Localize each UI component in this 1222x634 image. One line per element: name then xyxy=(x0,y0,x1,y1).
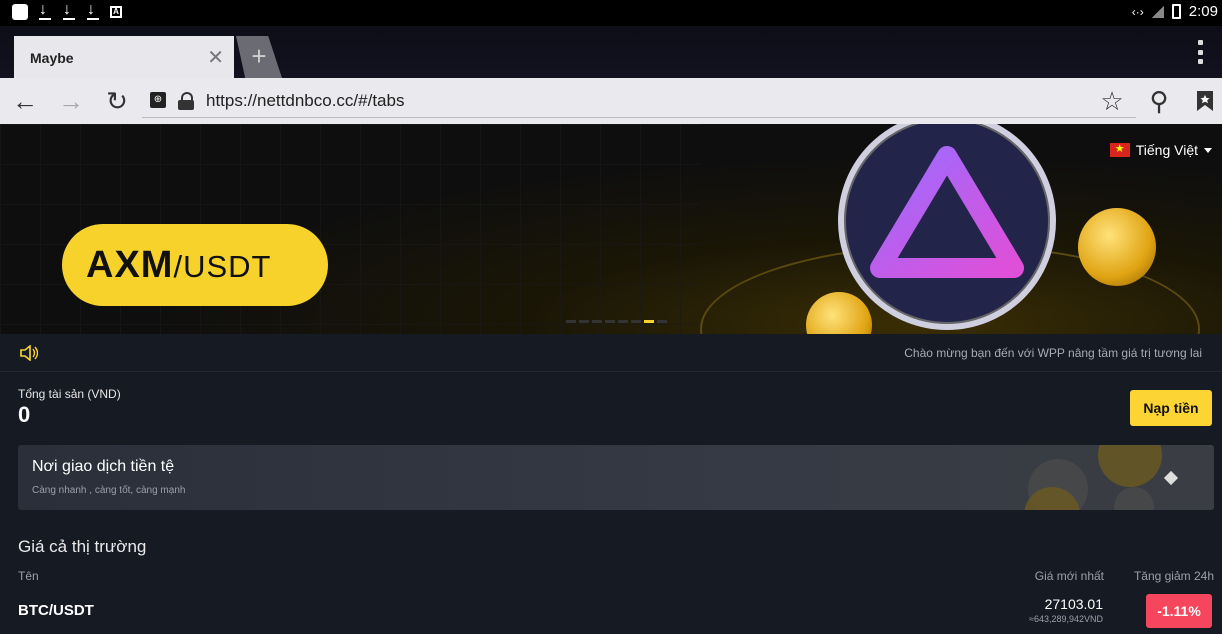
speaker-icon xyxy=(20,345,38,361)
overflow-menu-icon[interactable] xyxy=(1198,40,1204,64)
notice-bar: Chào mừng bạn đến với WPP nâng tầm giá t… xyxy=(0,334,1222,372)
pair-badge: AXM/USDT xyxy=(62,224,328,306)
market-price: 27103.01 xyxy=(1044,596,1103,612)
battery-icon xyxy=(1171,4,1181,19)
reload-icon[interactable]: ↻ xyxy=(102,86,132,116)
carousel-dot[interactable] xyxy=(566,320,576,323)
lock-icon xyxy=(178,92,194,110)
market-section: Giá cả thị trường Tên Giá mới nhất Tăng … xyxy=(0,524,1222,634)
app-icon xyxy=(12,4,28,20)
column-header-price: Giá mới nhất xyxy=(1034,569,1104,583)
browser-toolbar: ← → ↻ ⊕ https://nettdnbco.cc/#/tabs ☆ ⚲ xyxy=(0,78,1222,124)
asset-section: Tổng tài sản (VND) 0 Nạp tiền Nơi giao d… xyxy=(0,372,1222,524)
download-icon xyxy=(86,1,100,20)
no-signal-icon xyxy=(1151,5,1164,18)
market-pair: BTC/USDT xyxy=(18,602,94,619)
market-price-vnd: ≈643,289,942VND xyxy=(1029,614,1103,624)
carousel-dot[interactable] xyxy=(592,320,602,323)
decor-circle xyxy=(1098,445,1162,487)
market-row[interactable]: BTC/USDT 27103.01 ≈643,289,942VND -1.11% xyxy=(0,592,1222,634)
deposit-button[interactable]: Nạp tiền xyxy=(1130,390,1212,426)
forward-arrow-icon[interactable]: → xyxy=(56,86,86,116)
download-icon xyxy=(38,1,52,20)
download-icon xyxy=(62,1,76,20)
site-info-icon[interactable]: ⊕ xyxy=(150,92,166,108)
search-icon[interactable]: ⚲ xyxy=(1144,86,1174,116)
browser-tab[interactable]: Maybe ✕ xyxy=(14,36,234,78)
vietnam-flag-icon xyxy=(1109,142,1130,157)
carousel-dots xyxy=(566,320,667,323)
carousel-dot[interactable] xyxy=(605,320,615,323)
total-assets-label: Tổng tài sản (VND) xyxy=(18,387,121,401)
decor-circle xyxy=(1114,487,1154,510)
tab-title: Maybe xyxy=(30,50,74,66)
carousel-dot-active[interactable] xyxy=(644,320,654,323)
bookmark-icon[interactable] xyxy=(1190,86,1220,116)
carousel-dot[interactable] xyxy=(657,320,667,323)
pair-main: AXM xyxy=(86,244,174,286)
carousel-dot[interactable] xyxy=(631,320,641,323)
carousel-dot[interactable] xyxy=(618,320,628,323)
clock: 2:09 xyxy=(1188,3,1218,20)
carousel-dot[interactable] xyxy=(579,320,589,323)
promo-card-subtitle: Càng nhanh , càng tốt, càng mạnh xyxy=(32,485,186,496)
url-text[interactable]: https://nettdnbco.cc/#/tabs xyxy=(206,91,404,111)
promo-banner[interactable]: AXM/USDT Tiếng Việt xyxy=(0,124,1222,334)
market-title: Giá cả thị trường xyxy=(18,537,147,556)
column-header-name: Tên xyxy=(18,569,39,583)
axm-logo-icon xyxy=(838,124,1056,330)
address-bar[interactable]: ⊕ https://nettdnbco.cc/#/tabs xyxy=(142,84,1136,118)
caret-down-icon xyxy=(1204,147,1212,153)
promo-card[interactable]: Nơi giao dịch tiền tệ Càng nhanh , càng … xyxy=(18,445,1214,510)
tab-strip: Maybe ✕ + xyxy=(0,26,1222,78)
column-header-change: Tăng giảm 24h xyxy=(1133,569,1214,583)
promo-card-title: Nơi giao dịch tiền tệ xyxy=(32,458,175,475)
language-label: Tiếng Việt xyxy=(1135,142,1198,158)
notice-message: Chào mừng bạn đến với WPP nâng tầm giá t… xyxy=(904,346,1202,360)
language-selector[interactable]: Tiếng Việt xyxy=(1109,142,1212,158)
code-arrows-icon: ‹·› xyxy=(1131,4,1144,19)
back-arrow-icon[interactable]: ← xyxy=(10,86,40,116)
status-bar: A ‹·› 2:09 xyxy=(0,0,1222,26)
a-box-icon: A xyxy=(110,6,122,18)
pair-suffix: /USDT xyxy=(173,249,272,284)
total-assets-value: 0 xyxy=(18,402,31,427)
close-tab-icon[interactable]: ✕ xyxy=(207,45,224,70)
new-tab-icon[interactable]: + xyxy=(236,36,282,78)
market-change-badge: -1.11% xyxy=(1146,594,1212,628)
diamond-icon xyxy=(1163,470,1179,486)
gold-coin-icon xyxy=(1078,208,1156,286)
star-icon[interactable]: ☆ xyxy=(1097,86,1127,116)
